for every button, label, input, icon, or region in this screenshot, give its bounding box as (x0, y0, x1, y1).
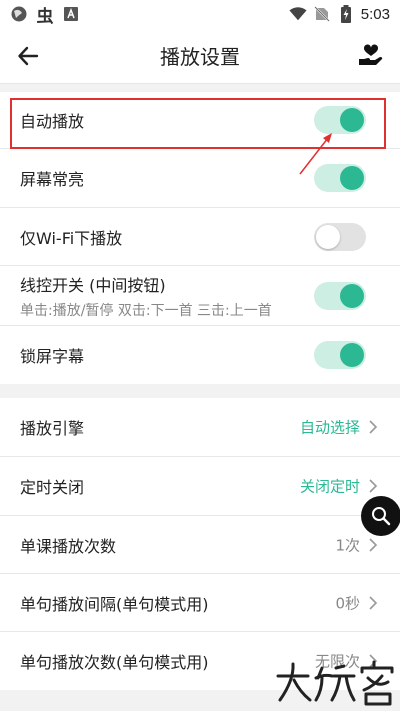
search-icon (372, 507, 391, 526)
setting-value: 0秒 (335, 594, 360, 612)
status-right-icons: 5:03 (289, 5, 400, 23)
setting-row-lock-screen-lyrics[interactable]: 锁屏字幕 (0, 326, 400, 384)
setting-label: 播放引擎 (20, 419, 85, 438)
wifi-icon (289, 5, 307, 23)
status-bar: 虫 5:03 (0, 0, 400, 28)
bug-icon: 虫 (36, 6, 54, 27)
page-title: 播放设置 (160, 45, 240, 69)
setting-label: 屏幕常亮 (20, 170, 85, 189)
arrow-left-icon (18, 46, 39, 66)
wifi-only-toggle[interactable] (314, 222, 366, 251)
setting-value: 关闭定时 (299, 477, 360, 496)
remote-control-toggle[interactable] (314, 281, 366, 310)
status-left-icons: 虫 (0, 5, 80, 27)
chevron-right-icon (369, 537, 378, 552)
setting-row-screen-on[interactable]: 屏幕常亮 (0, 149, 400, 208)
hand-heart-icon (359, 44, 383, 65)
setting-label: 单句播放次数(单句模式用) (20, 653, 209, 672)
annotation-arrow (299, 133, 332, 175)
chevron-right-icon (369, 479, 378, 493)
setting-label: 单课播放次数 (20, 536, 117, 556)
setting-row-lesson-repeat[interactable]: 单课播放次数 1次 (0, 516, 400, 574)
floating-search-button[interactable] (361, 496, 400, 536)
setting-label: 锁屏字幕 (20, 347, 85, 366)
setting-label: 仅Wi-Fi下播放 (20, 228, 123, 248)
no-sim-icon (313, 5, 331, 23)
select-settings-group: 播放引擎 自动选择 定时关闭 关闭定时 单课播放次数 1次 单句播放间隔(单句模… (0, 398, 400, 690)
setting-label: 线控开关 (中间按钮) (20, 275, 166, 295)
setting-row-remote-control[interactable]: 线控开关 (中间按钮) 单击:播放/暂停 双击:下一首 三击:上一首 (0, 266, 400, 326)
status-time: 5:03 (360, 5, 390, 23)
back-button[interactable] (14, 42, 42, 70)
text-a-icon (62, 5, 80, 23)
toggle-knob (316, 224, 340, 249)
setting-sublabel: 单击:播放/暂停 双击:下一首 三击:上一首 (20, 302, 272, 319)
favorite-button[interactable] (356, 41, 386, 71)
watermark-logo (276, 660, 394, 706)
chevron-right-icon (369, 595, 378, 610)
lock-screen-lyrics-toggle[interactable] (314, 341, 366, 369)
setting-value: 1次 (335, 536, 360, 554)
setting-text: 线控开关 (中间按钮) 单击:播放/暂停 双击:下一首 三击:上一首 (20, 272, 272, 320)
toggle-knob (340, 283, 364, 308)
toggle-knob (340, 166, 364, 190)
chevron-right-icon (369, 420, 378, 434)
app-bar: 播放设置 (0, 28, 400, 84)
battery-charging-icon (337, 5, 355, 23)
setting-row-sentence-interval[interactable]: 单句播放间隔(单句模式用) 0秒 (0, 574, 400, 632)
toggle-knob (340, 343, 364, 367)
setting-label: 定时关闭 (20, 478, 85, 497)
setting-row-sleep-timer[interactable]: 定时关闭 关闭定时 (0, 457, 400, 516)
setting-row-play-engine[interactable]: 播放引擎 自动选择 (0, 398, 400, 457)
setting-label: 单句播放间隔(单句模式用) (20, 594, 209, 614)
setting-row-wifi-only[interactable]: 仅Wi-Fi下播放 (0, 208, 400, 266)
setting-value: 自动选择 (299, 418, 360, 437)
globe-icon (10, 5, 28, 23)
